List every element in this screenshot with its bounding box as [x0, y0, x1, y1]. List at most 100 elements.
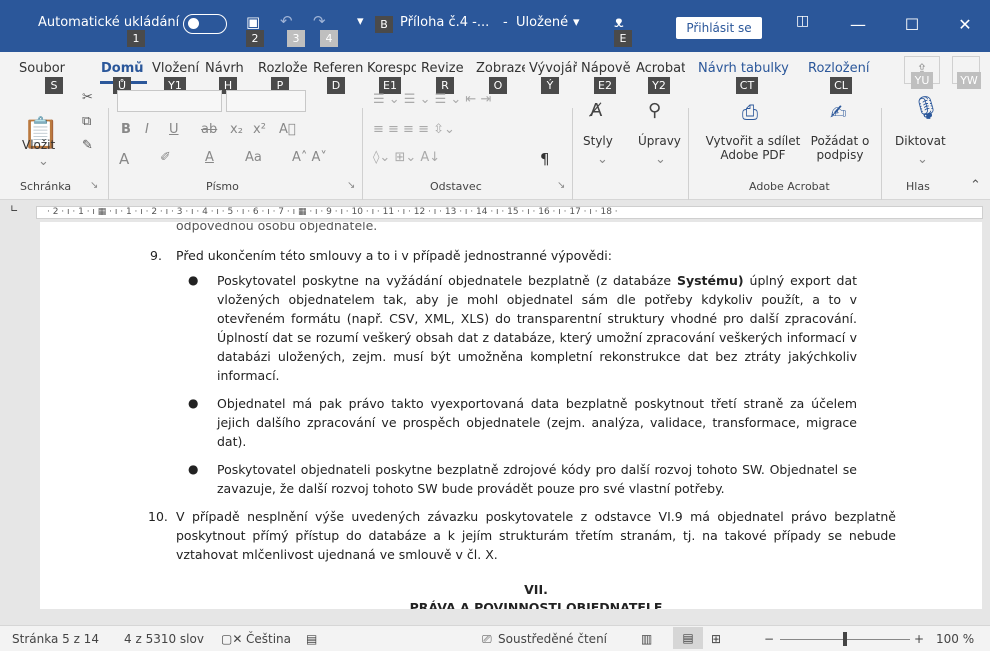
font-size-dropdown[interactable] [226, 90, 306, 112]
editing-label[interactable]: Úpravy [638, 134, 681, 148]
tab-file[interactable]: Soubor [19, 61, 79, 76]
ribbon-display-icon[interactable]: ◫ [796, 13, 809, 29]
font-name-dropdown[interactable] [117, 90, 222, 112]
save-icon[interactable]: ▣ [246, 13, 260, 31]
pilcrow-button[interactable]: ¶ [540, 150, 550, 168]
focus-mode[interactable]: Soustředěné čtení [498, 632, 607, 646]
styles-icon[interactable]: A̸ [590, 100, 602, 121]
item-9-text: Před ukončením této smlouvy a to i v pří… [176, 248, 612, 263]
tab-table-design[interactable]: Návrh tabulky [698, 61, 800, 76]
chevron-down-icon[interactable]: ⌄ [917, 152, 928, 167]
item-10-text: V případě nesplnění výše uvedených závaz… [176, 509, 896, 562]
maximize-icon[interactable]: ☐ [897, 10, 927, 40]
underline-button[interactable]: U [169, 122, 179, 137]
autosave-label: Automatické ukládání [38, 15, 180, 30]
group-clipboard: Schránka [20, 180, 72, 193]
chevron-down-icon[interactable]: ⌄ [655, 152, 666, 167]
bullet-icon: ● [188, 462, 199, 476]
dictate-label[interactable]: Diktovat [895, 134, 946, 148]
sign-in-button[interactable]: Přihlásit se [676, 17, 762, 39]
launcher-icon[interactable]: ↘ [557, 180, 565, 191]
tab-table-layout[interactable]: Rozložení [808, 61, 878, 76]
tab-help[interactable]: Nápověda [581, 61, 630, 76]
document-name[interactable]: Příloha č.4 -... [400, 15, 489, 30]
grow-shrink-font-button[interactable]: A˄ A˅ [292, 150, 327, 165]
font-color-icon[interactable]: A [205, 150, 214, 165]
document-page[interactable]: odpovědnou osobu objednatele. 9. Před uk… [40, 222, 982, 609]
tab-review[interactable]: Revize [421, 61, 472, 76]
close-icon[interactable]: ✕ [950, 10, 980, 40]
highlight-icon[interactable]: ✐ [160, 150, 171, 165]
chevron-down-icon[interactable]: ⌄ [597, 152, 608, 167]
page-indicator[interactable]: Stránka 5 z 14 [12, 632, 99, 646]
undo-icon[interactable]: ↶ [280, 12, 293, 30]
subscript-button[interactable]: x₂ [230, 122, 243, 137]
bullets-icon[interactable]: ☰ ⌄ ☰ ⌄ ☰ ⌄ ⇤ ⇥ [373, 92, 491, 107]
minimize-icon[interactable]: — [843, 10, 873, 40]
collapse-ribbon-icon[interactable]: ⌃ [970, 178, 981, 193]
tab-acrobat[interactable]: Acrobat [636, 61, 685, 76]
change-case-button[interactable]: Aa [245, 150, 262, 165]
tab-view[interactable]: Zobrazení [476, 61, 525, 76]
horizontal-ruler[interactable]: · 2 · ı · 1 · ı ▦ · ı · 1 · ı · 2 · ı · … [36, 206, 983, 219]
redo-icon[interactable]: ↷ [313, 12, 326, 30]
keytip: E2 [594, 77, 616, 94]
zoom-level[interactable]: 100 % [936, 632, 974, 646]
keytip: YU [911, 72, 933, 89]
group-paragraph: Odstavec [430, 180, 482, 193]
bullet-icon: ● [188, 396, 199, 410]
autosave-toggle[interactable] [183, 14, 227, 34]
customize-icon[interactable]: ▾ [357, 14, 364, 29]
chevron-down-icon[interactable]: ⌄ [38, 154, 49, 169]
cut-icon[interactable]: ✂ [82, 90, 93, 105]
copy-icon[interactable]: ⧉ [82, 114, 91, 129]
tab-selector-icon[interactable]: ∟ [10, 204, 18, 215]
language[interactable]: Čeština [246, 632, 291, 646]
zoom-in-button[interactable]: + [914, 632, 924, 646]
word-count[interactable]: 4 z 5310 slov [124, 632, 204, 646]
bullet-2-text: Objednatel má pak právo takto vyexportov… [217, 396, 857, 449]
cut-off-line: odpovědnou osobu objednatele. [176, 222, 378, 233]
web-layout-icon[interactable]: ⊞ [711, 632, 721, 646]
keytip: 1 [127, 30, 145, 47]
microphone-icon[interactable]: 🎙 [912, 96, 940, 121]
saved-status[interactable]: Uložené [516, 15, 568, 30]
proofing-icon[interactable]: ▢✕ [221, 632, 242, 646]
tab-design[interactable]: Návrh [205, 61, 253, 76]
paste-label[interactable]: Vložit [22, 138, 55, 152]
align-icons[interactable]: ≡ ≡ ≡ ≡ ⇳⌄ [373, 122, 455, 137]
signature-icon[interactable]: ✍ [830, 100, 847, 124]
create-pdf-label[interactable]: Vytvořit a sdílet Adobe PDF [705, 134, 801, 162]
keytip: YW [957, 72, 981, 89]
tab-references[interactable]: Reference [313, 61, 363, 76]
strikethrough-button[interactable]: ab [201, 122, 217, 137]
keytip: 3 [287, 30, 305, 47]
tab-developer[interactable]: Vývojář [529, 61, 577, 76]
tab-layout[interactable]: Rozložení [258, 61, 308, 76]
format-painter-icon[interactable]: ✎ [82, 138, 93, 153]
text-effects-icon[interactable]: A [119, 150, 129, 168]
italic-button[interactable]: I [145, 122, 149, 137]
zoom-thumb[interactable] [843, 632, 847, 646]
search-icon[interactable]: ⚲ [648, 100, 661, 121]
person-icon[interactable]: ᴥ [614, 12, 624, 32]
tab-home[interactable]: Domů [101, 61, 148, 76]
vertical-scrollbar[interactable] [982, 222, 990, 609]
request-signatures-label[interactable]: Požádat o podpisy [808, 134, 872, 162]
focus-icon[interactable]: ⎚ [482, 632, 492, 647]
tab-insert[interactable]: Vložení [152, 61, 200, 76]
toggle-knob [188, 18, 199, 29]
pdf-icon[interactable]: ⎙ [742, 100, 758, 124]
launcher-icon[interactable]: ↘ [347, 180, 355, 191]
superscript-button[interactable]: x² [253, 122, 266, 137]
launcher-icon[interactable]: ↘ [90, 180, 98, 191]
clear-formatting-icon[interactable]: A⃥ [279, 122, 296, 137]
print-layout-icon[interactable]: ▤ [673, 627, 703, 649]
read-mode-icon[interactable]: ▥ [641, 632, 652, 646]
shading-icon[interactable]: ◊⌄ ⊞⌄ A↓ [373, 150, 440, 165]
accessibility-icon[interactable]: ▤ [306, 632, 317, 646]
zoom-out-button[interactable]: − [764, 632, 774, 646]
tab-mailings[interactable]: Korespondence [367, 61, 416, 76]
bold-button[interactable]: B [121, 122, 131, 137]
styles-label[interactable]: Styly [583, 134, 613, 148]
